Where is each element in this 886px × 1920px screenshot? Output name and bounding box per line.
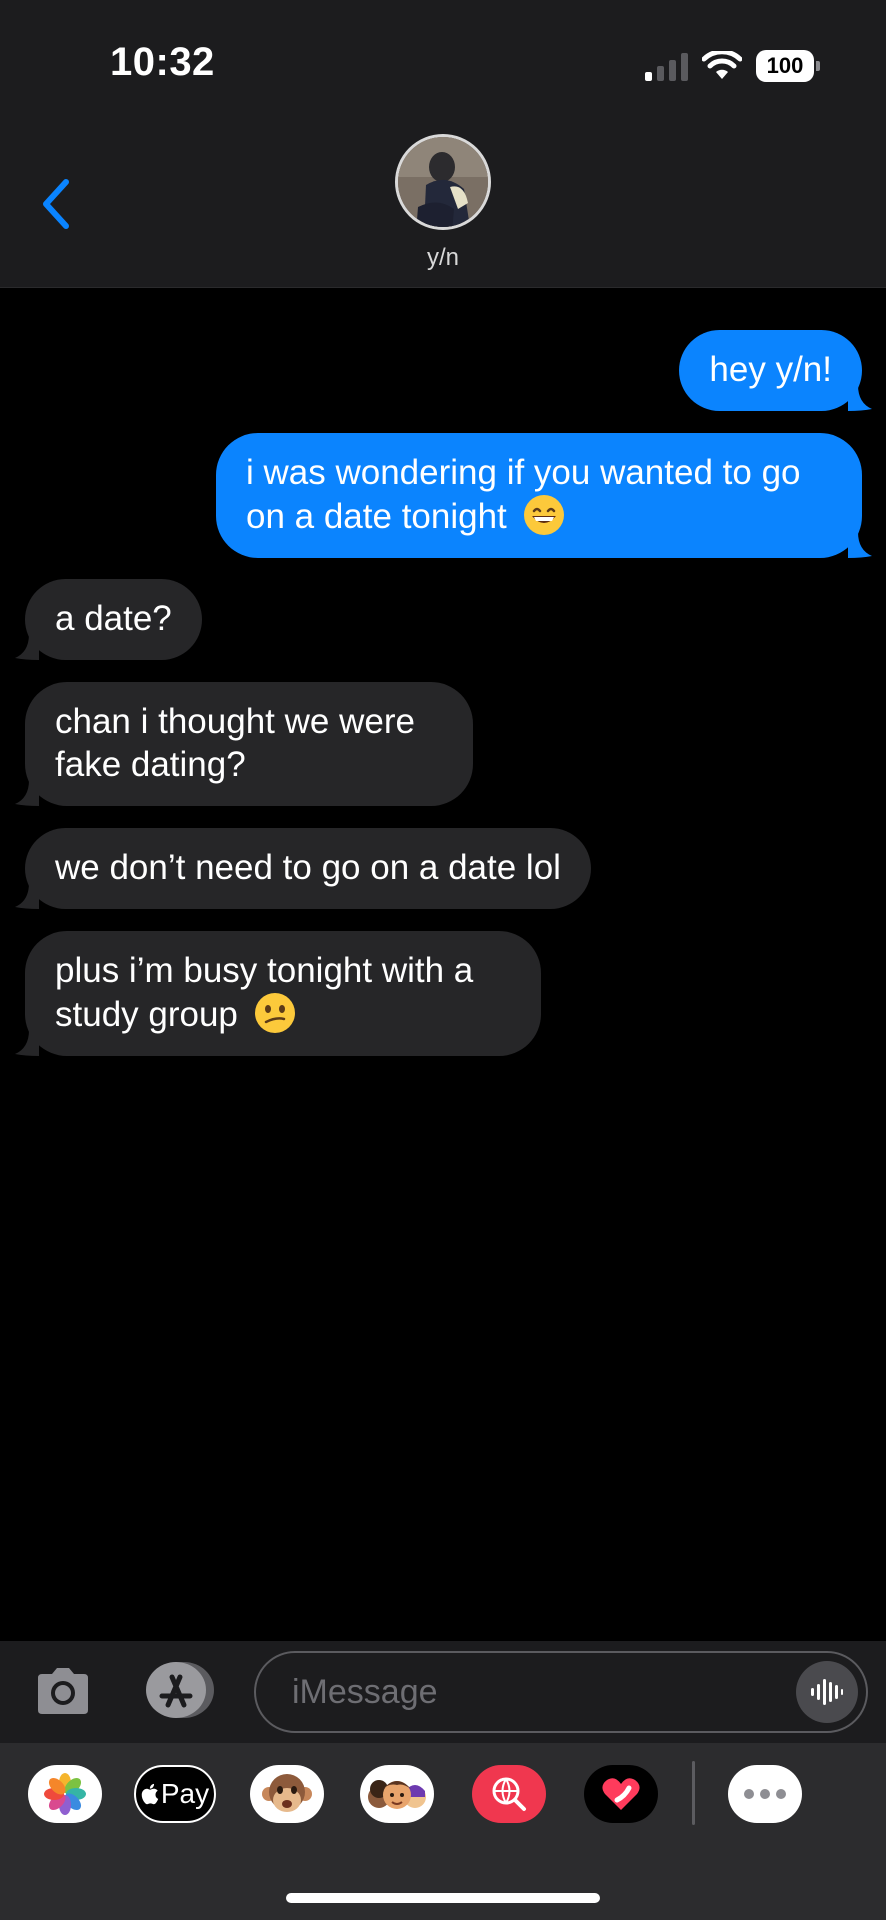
grinning-face-emoji-icon (523, 495, 564, 535)
battery-indicator: 100 (756, 50, 820, 82)
animoji-app-icon[interactable] (250, 1765, 324, 1823)
apple-pay-app-icon[interactable]: Pay (134, 1765, 216, 1823)
bubble-tail (15, 883, 39, 909)
camera-icon[interactable] (34, 1666, 92, 1716)
more-apps-icon[interactable] (728, 1765, 802, 1823)
message-text: chan i thought we were fake dating? (55, 702, 415, 784)
photos-flower-icon (44, 1773, 86, 1815)
bubble-tail (15, 780, 39, 806)
back-chevron-icon[interactable] (36, 176, 76, 232)
contact-avatar[interactable] (395, 134, 491, 230)
confused-face-emoji-icon (254, 993, 295, 1033)
message-bubble-sent[interactable]: i was wondering if you wanted to go on a… (216, 433, 872, 558)
memoji-faces-icon (368, 1780, 426, 1809)
globe-search-icon (492, 1777, 526, 1811)
message-text: we don’t need to go on a date lol (55, 848, 561, 887)
message-bubble-received[interactable]: we don’t need to go on a date lol (15, 828, 591, 909)
bubble-tail (848, 385, 872, 411)
status-icons: 100 (645, 46, 820, 86)
message-thread: hey y/n! i was wondering if you wanted t… (0, 289, 886, 1641)
contact-name[interactable]: y/n (0, 244, 886, 272)
memoji-app-icon[interactable] (360, 1765, 434, 1823)
cellular-signal-icon (645, 51, 688, 81)
imessage-input[interactable]: iMessage (254, 1651, 868, 1733)
avatar-photo (398, 137, 488, 227)
bubble-tail (15, 1030, 39, 1056)
conversation-header: 10:32 100 y/n (0, 0, 886, 288)
bubble-tail (848, 532, 872, 558)
waveform-icon (811, 1679, 843, 1705)
image-search-app-icon[interactable] (472, 1765, 546, 1823)
digital-touch-app-icon[interactable] (584, 1765, 658, 1823)
message-text: a date? (55, 599, 172, 638)
message-bubble-received[interactable]: chan i thought we were fake dating? (15, 682, 473, 806)
input-placeholder: iMessage (292, 1673, 438, 1711)
ellipsis-icon (744, 1789, 786, 1799)
apple-logo-icon (141, 1783, 159, 1805)
home-indicator[interactable] (286, 1893, 600, 1903)
photos-app-icon[interactable] (28, 1765, 102, 1823)
wifi-icon (702, 51, 742, 79)
compose-bar: iMessage (0, 1641, 886, 1743)
status-time: 10:32 (110, 40, 215, 84)
app-drawer-divider (692, 1761, 695, 1825)
message-bubble-received[interactable]: plus i’m busy tonight with a study group (15, 931, 541, 1056)
message-bubble-sent[interactable]: hey y/n! (679, 330, 872, 411)
message-text: hey y/n! (709, 350, 832, 389)
monkey-face-icon (262, 1774, 312, 1812)
app-store-icon[interactable] (142, 1661, 216, 1719)
audio-message-icon[interactable] (796, 1661, 858, 1723)
message-bubble-received[interactable]: a date? (15, 579, 202, 660)
apple-pay-label: Pay (160, 1778, 210, 1809)
bubble-tail (15, 634, 39, 660)
heart-icon (602, 1778, 640, 1810)
